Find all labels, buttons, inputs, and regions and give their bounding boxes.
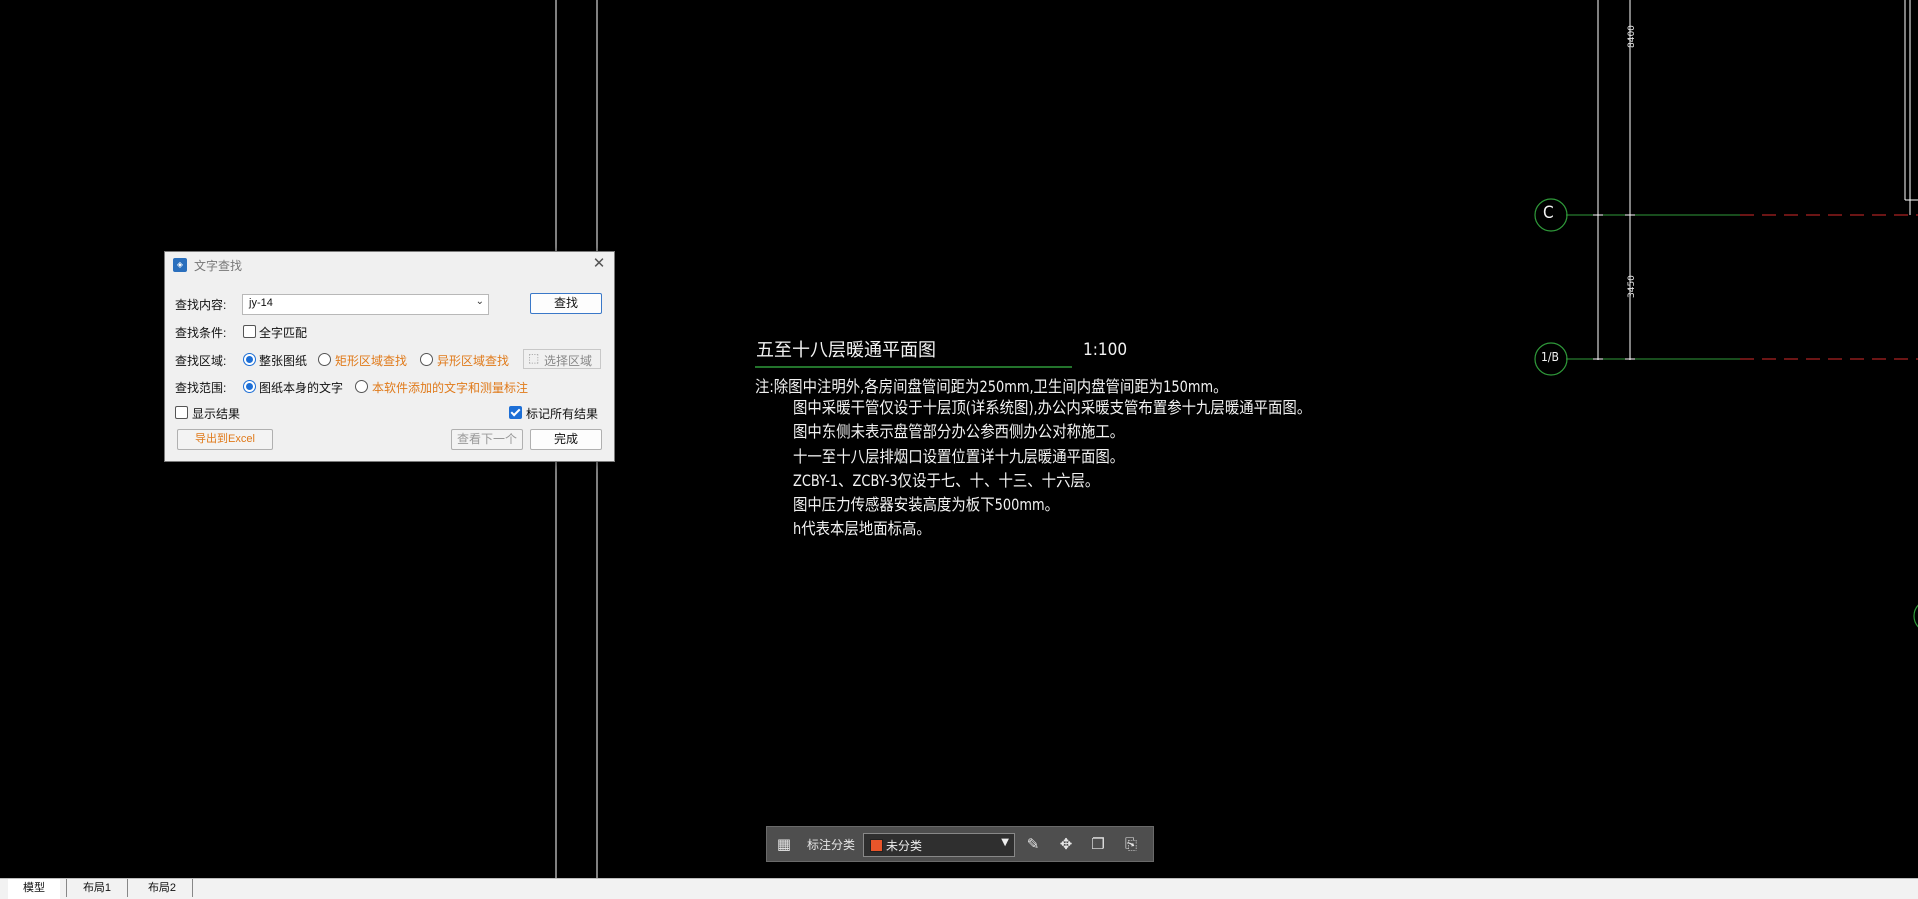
layout-tabs-bar: 模型 布局1 布局2: [0, 878, 1918, 899]
area-rect-label[interactable]: 矩形区域查找: [335, 352, 407, 369]
area-whole-drawing-radio[interactable]: [243, 353, 256, 366]
category-label: 标注分类: [807, 838, 856, 852]
note-line-6: 图中压力传感器安装高度为板下500mm。: [793, 495, 1059, 514]
note-line-2: 图中采暖干管仅设于十层顶(详系统图),办公内采暖支管布置参十九层暖通平面图。: [793, 398, 1312, 417]
scope-added-text-label[interactable]: 本软件添加的文字和测量标注: [372, 379, 528, 396]
mark-all-checkbox[interactable]: [509, 406, 522, 419]
tab-model[interactable]: 模型: [8, 879, 60, 899]
scope-drawing-text-radio[interactable]: [243, 380, 256, 393]
area-irregular-radio[interactable]: [420, 353, 433, 366]
note-line-3: 图中东侧未表示盘管部分办公参西侧办公对称施工。: [793, 422, 1125, 441]
copy-icon[interactable]: ❐: [1089, 835, 1107, 853]
paste-icon[interactable]: ⎘: [1122, 835, 1140, 853]
note-line-5: ZCBY-1、ZCBY-3仅设于七、十、十三、十六层。: [793, 471, 1100, 490]
select-area-label: 选择区域: [544, 354, 593, 368]
grid-icon[interactable]: ▦: [775, 835, 793, 853]
area-label: 查找区域:: [175, 354, 227, 368]
chevron-down-icon[interactable]: ▼: [1001, 837, 1009, 848]
grid-bubble-c-label: C: [1543, 203, 1554, 223]
done-button[interactable]: 完成: [530, 429, 602, 450]
dimension-3450: 3450: [1627, 275, 1637, 298]
search-content-value: jy-14: [249, 297, 273, 309]
area-whole-drawing-label[interactable]: 整张图纸: [259, 352, 307, 369]
whole-word-checkbox[interactable]: [243, 325, 256, 338]
annotation-toolbar: ▦ 标注分类 未分类 ▼ ✎ ✥ ❐ ⎘: [766, 826, 1154, 862]
grid-bubble-1b-label: 1/B: [1541, 350, 1559, 364]
close-icon[interactable]: ✕: [592, 256, 606, 272]
area-rect-radio[interactable]: [318, 353, 331, 366]
mark-all-label[interactable]: 标记所有结果: [526, 405, 598, 422]
category-select[interactable]: 未分类 ▼: [863, 833, 1015, 857]
find-button[interactable]: 查找: [530, 293, 602, 314]
plan-scale: 1:100: [1083, 340, 1128, 360]
dimension-8400: 8400: [1627, 25, 1637, 48]
scope-added-text-radio[interactable]: [355, 380, 368, 393]
note-line-4: 十一至十八层排烟口设置位置详十九层暖通平面图。: [793, 447, 1125, 466]
select-area-icon: ⬚: [528, 351, 540, 365]
edit-icon[interactable]: ✎: [1024, 835, 1042, 853]
whole-word-label[interactable]: 全字匹配: [259, 324, 307, 341]
search-content-label: 查找内容:: [175, 298, 227, 312]
category-color-swatch: [870, 839, 883, 852]
plan-title: 五至十八层暖通平面图: [756, 340, 936, 361]
dialog-title: 文字查找: [194, 259, 243, 273]
scope-drawing-text-label[interactable]: 图纸本身的文字: [259, 379, 343, 396]
condition-label: 查找条件:: [175, 326, 227, 340]
category-value: 未分类: [886, 839, 923, 853]
scope-label: 查找范围:: [175, 381, 227, 395]
dialog-titlebar[interactable]: ◈ 文字查找 ✕: [165, 252, 614, 278]
chevron-down-icon[interactable]: ⌄: [476, 296, 484, 307]
text-find-dialog: ◈ 文字查找 ✕ 查找内容: jy-14 ⌄ 查找 查找条件: 全字匹配 查找区…: [164, 251, 615, 462]
show-results-checkbox[interactable]: [175, 406, 188, 419]
show-results-label[interactable]: 显示结果: [192, 405, 240, 422]
select-area-button[interactable]: ⬚ 选择区域: [523, 349, 601, 369]
area-irregular-label[interactable]: 异形区域查找: [437, 352, 509, 369]
search-content-input[interactable]: jy-14 ⌄: [242, 294, 489, 315]
export-excel-button[interactable]: 导出到Excel: [177, 429, 273, 450]
note-line-7: h代表本层地面标高。: [793, 519, 931, 538]
next-result-button[interactable]: 查看下一个: [451, 429, 523, 450]
app-icon: ◈: [173, 258, 187, 272]
move-icon[interactable]: ✥: [1057, 835, 1075, 853]
tab-layout2[interactable]: 布局2: [132, 879, 193, 897]
tab-layout1[interactable]: 布局1: [66, 879, 128, 897]
